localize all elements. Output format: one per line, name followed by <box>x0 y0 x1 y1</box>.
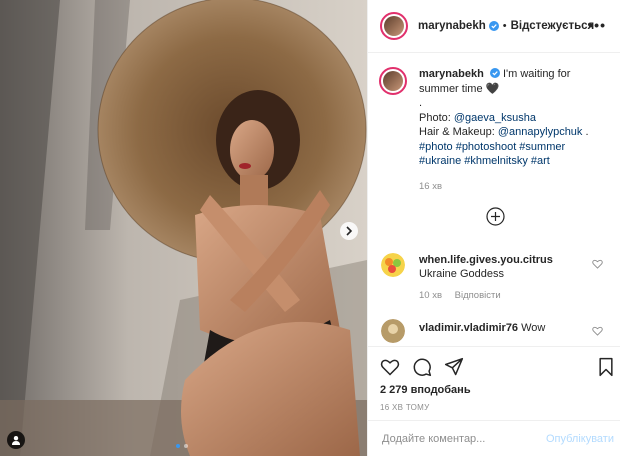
posted-time: 16 ХВ ТОМУ <box>380 403 430 412</box>
comment-text: Wow <box>521 322 546 334</box>
photo-credit-link[interactable]: @gaeva_ksusha <box>454 112 536 124</box>
vladimir-avatar-image <box>381 319 405 343</box>
caption-time: 16 хв <box>419 180 443 192</box>
next-arrow-icon <box>346 226 353 236</box>
likes-count[interactable]: 2 279 вподобань <box>380 384 471 396</box>
verified-icon <box>488 21 499 31</box>
photo-image <box>0 0 367 456</box>
avatar[interactable] <box>379 67 407 95</box>
more-icon[interactable]: ••• <box>588 17 606 33</box>
separator-dot: • <box>502 20 507 32</box>
comment-item: vladimir.vladimir76 Wow <box>381 319 611 343</box>
carousel-dots <box>176 444 188 448</box>
add-comment-bar: Опублікувати <box>367 420 620 456</box>
post-actions: 2 279 вподобань 16 ХВ ТОМУ <box>367 346 620 416</box>
reply-link[interactable]: Відповісти <box>455 290 501 301</box>
share-icon[interactable] <box>444 357 464 377</box>
hashtags-line-1[interactable]: #photo #photoshoot #summer <box>419 141 565 153</box>
user-tag-button[interactable] <box>7 431 25 449</box>
carousel-dot <box>184 444 188 448</box>
bookmark-icon[interactable] <box>596 357 616 377</box>
avatar-image <box>384 16 404 36</box>
post-caption: marynabekh I'm waiting for summer time 🖤… <box>379 67 609 192</box>
next-photo-button[interactable] <box>340 222 358 240</box>
comment-avatar[interactable] <box>381 253 405 277</box>
hair-label: Hair & Makeup: <box>419 126 498 138</box>
comment-input[interactable] <box>380 431 534 446</box>
comment-body: when.life.gives.you.citrus Ukraine Godde… <box>419 253 611 281</box>
caption-username[interactable]: marynabekh <box>419 68 484 80</box>
caption-dot: . <box>419 97 423 109</box>
user-tag-icon <box>12 436 20 445</box>
hair-suffix: . <box>582 126 589 138</box>
avatar-image <box>383 71 403 91</box>
comment-username[interactable]: vladimir.vladimir76 <box>419 322 518 334</box>
citrus-avatar-image <box>381 253 405 277</box>
comment-meta: 10 хв Відповісти <box>419 290 611 301</box>
header-username[interactable]: marynabekh <box>418 20 486 32</box>
comment-heart-icon[interactable] <box>592 259 603 269</box>
hashtags-line-2[interactable]: #ukraine #khmelnitsky #art <box>419 155 550 167</box>
verified-icon <box>489 68 500 78</box>
comment-username[interactable]: when.life.gives.you.citrus <box>419 254 553 266</box>
avatar[interactable] <box>380 12 408 40</box>
photo-label: Photo: <box>419 111 454 124</box>
comment-item: when.life.gives.you.citrus Ukraine Godde… <box>381 253 611 301</box>
post-header: marynabekh • Відстежується ••• <box>368 0 620 53</box>
comment-time: 10 хв <box>419 290 443 301</box>
publish-button[interactable]: Опублікувати <box>546 433 614 445</box>
carousel-dot <box>176 444 180 448</box>
comment-avatar[interactable] <box>381 319 405 343</box>
comment-heart-icon[interactable] <box>592 326 603 336</box>
caption-text: marynabekh I'm waiting for summer time 🖤… <box>419 67 609 169</box>
comment-body: vladimir.vladimir76 Wow <box>419 321 611 335</box>
comment-icon[interactable] <box>412 357 432 377</box>
heart-icon[interactable] <box>380 357 400 377</box>
hair-credit-link[interactable]: @annapylypchuk <box>498 126 583 138</box>
comment-text: Ukraine Goddess <box>419 268 504 280</box>
post-photo[interactable] <box>0 0 367 456</box>
follow-status-button[interactable]: Відстежується <box>511 20 595 32</box>
plus-circle-icon[interactable] <box>486 207 505 226</box>
